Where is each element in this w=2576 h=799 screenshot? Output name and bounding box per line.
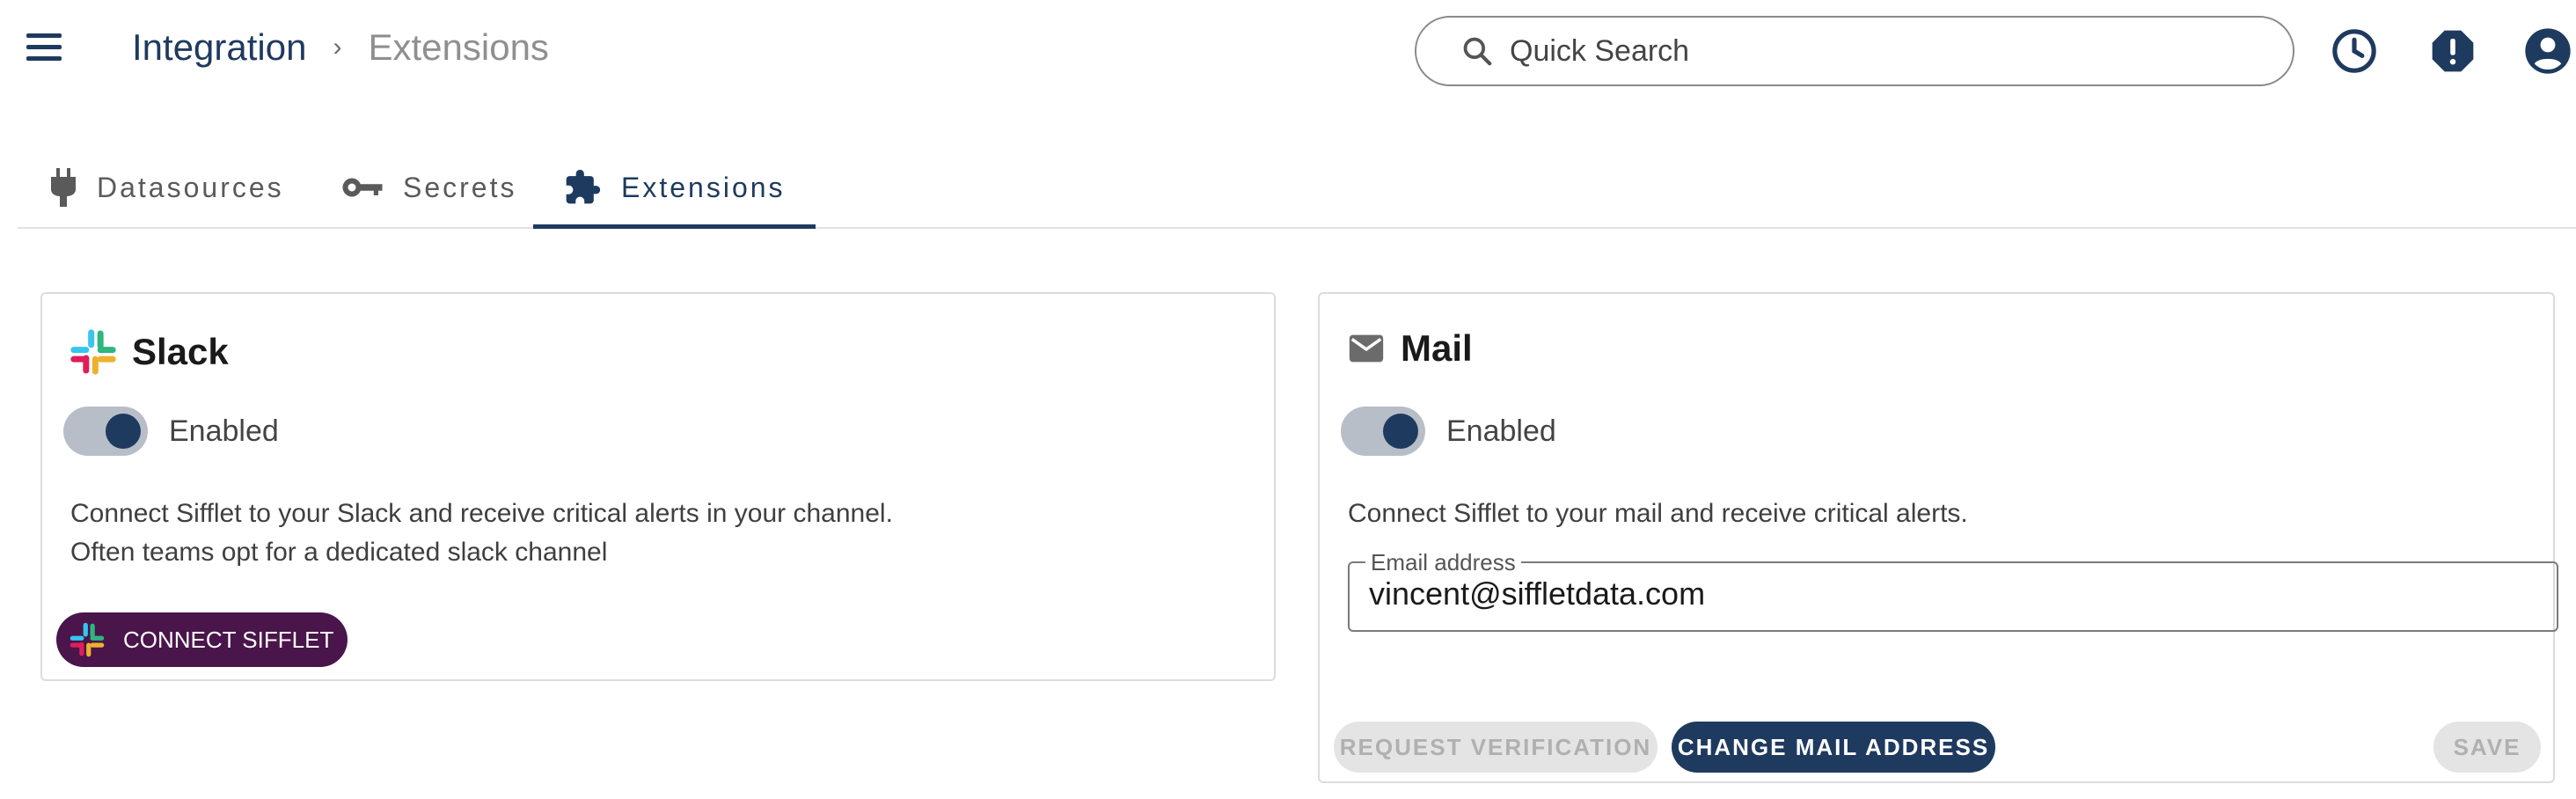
mail-enabled-label: Enabled (1446, 414, 1556, 448)
mail-title: Mail (1346, 327, 1473, 370)
breadcrumb-root[interactable]: Integration (132, 26, 306, 69)
search-input[interactable] (1510, 33, 2231, 69)
slack-enabled-row: Enabled (63, 407, 279, 456)
save-button[interactable]: SAVE (2433, 722, 2541, 773)
breadcrumb-separator: › (333, 33, 342, 62)
slack-description-line1: Connect Sifflet to your Slack and receiv… (70, 499, 893, 528)
mail-title-text: Mail (1401, 327, 1473, 369)
search-icon (1463, 37, 1492, 66)
slack-enabled-label: Enabled (169, 414, 279, 448)
menu-icon[interactable] (26, 33, 69, 69)
slack-description: Connect Sifflet to your Slack and receiv… (70, 495, 893, 572)
tab-label: Datasources (97, 171, 284, 203)
mail-card: Mail Enabled Connect Sifflet to your mai… (1318, 292, 2558, 783)
request-verification-label: REQUEST VERIFICATION (1339, 733, 1652, 760)
slack-description-line2: Often teams opt for a dedicated slack ch… (70, 538, 608, 567)
slack-card: Slack Enabled Connect Sifflet to your Sl… (40, 292, 1276, 681)
slack-enabled-toggle[interactable] (63, 407, 148, 456)
tab-label: Secrets (403, 171, 517, 203)
email-field-label: Email address (1365, 549, 1521, 576)
tab-extensions[interactable]: Extensions (533, 148, 816, 229)
mail-description: Connect Sifflet to your mail and receive… (1348, 499, 1968, 528)
change-mail-address-button[interactable]: CHANGE MAIL ADDRESS (1672, 722, 1995, 773)
alert-icon[interactable] (2428, 26, 2477, 76)
slack-title: Slack (69, 327, 229, 377)
mail-icon (1349, 334, 1384, 363)
mail-enabled-toggle[interactable] (1341, 407, 1425, 456)
save-label: SAVE (2453, 733, 2521, 760)
mail-enabled-row: Enabled (1341, 407, 1556, 456)
request-verification-button[interactable]: REQUEST VERIFICATION (1334, 722, 1658, 773)
tab-secrets[interactable]: Secrets (341, 148, 516, 227)
change-mail-address-label: CHANGE MAIL ADDRESS (1677, 733, 1990, 760)
slack-logo-icon (70, 329, 116, 375)
quick-search[interactable] (1415, 16, 2294, 86)
tab-datasources[interactable]: Datasources (49, 148, 284, 227)
email-input[interactable] (1369, 575, 2530, 612)
slack-title-text: Slack (132, 331, 229, 372)
account-icon[interactable] (2523, 26, 2572, 76)
top-bar: Integration › Extensions (0, 0, 2576, 102)
breadcrumb: Integration › Extensions (132, 26, 549, 69)
puzzle-icon (566, 169, 601, 204)
tab-bar: Datasources Secrets Extensions (18, 148, 2576, 229)
tab-label: Extensions (621, 171, 786, 203)
breadcrumb-current: Extensions (368, 26, 549, 68)
slack-logo-icon (70, 622, 105, 657)
email-field[interactable]: Email address (1348, 549, 2558, 632)
plug-icon (51, 168, 76, 207)
connect-sifflet-button[interactable]: CONNECT SIFFLET (56, 612, 348, 667)
key-icon (342, 178, 383, 197)
connect-sifflet-label: CONNECT SIFFLET (123, 626, 334, 653)
history-icon[interactable] (2330, 26, 2379, 76)
